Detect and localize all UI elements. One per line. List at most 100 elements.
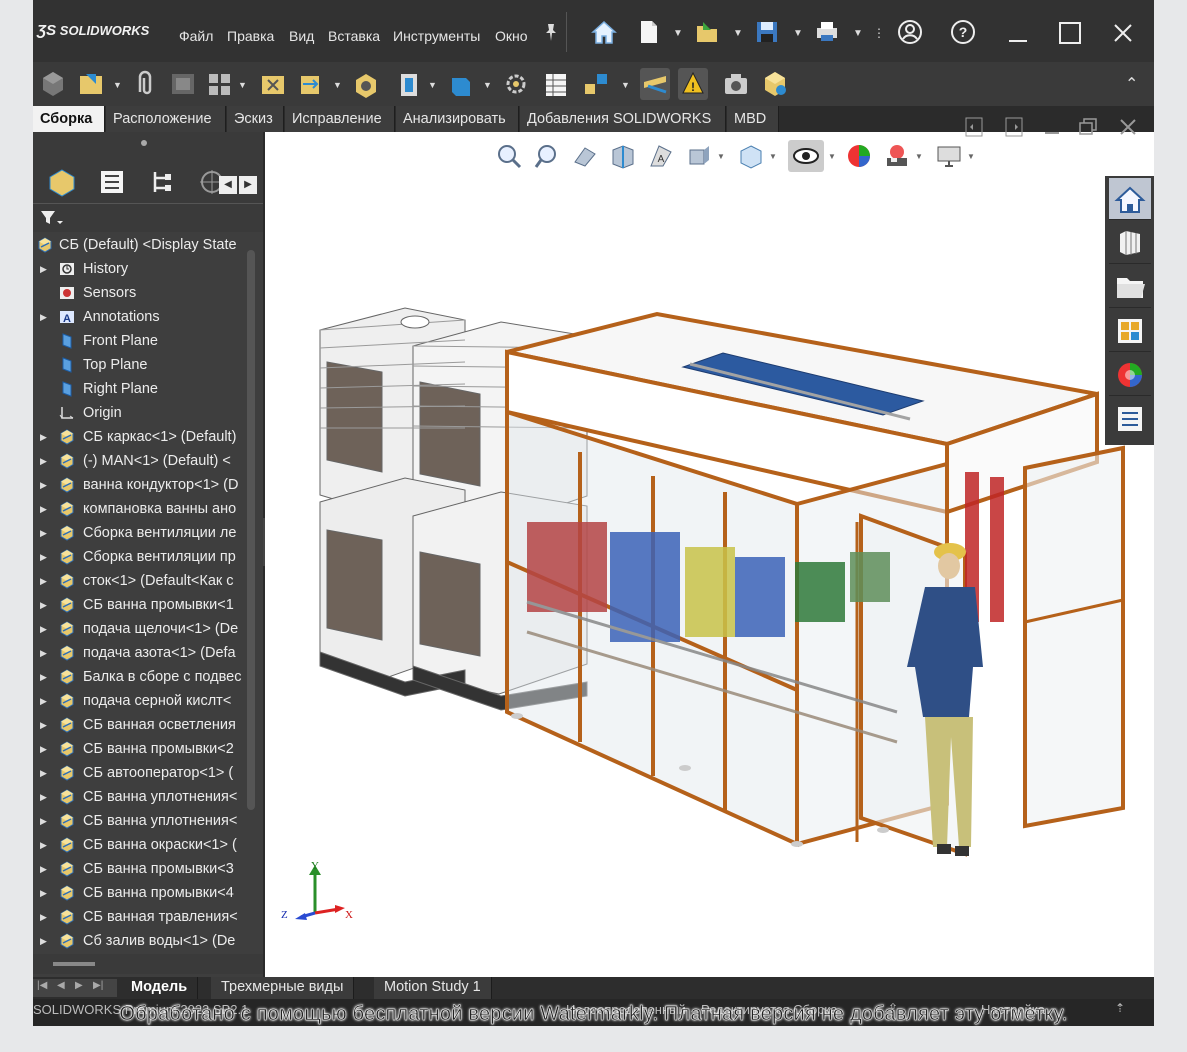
expand-arrow-icon[interactable]: ▶ [40, 617, 47, 641]
expand-arrow-icon[interactable]: ▶ [40, 425, 47, 449]
tab-motion-study-1[interactable]: Motion Study 1 [374, 977, 492, 999]
assembly-features-icon[interactable] [395, 68, 425, 100]
tree-item[interactable]: ▶ ванна кондуктор<1> (D [33, 473, 255, 497]
tree-item[interactable]: Origin [33, 401, 255, 425]
expand-arrow-icon[interactable]: ▶ [40, 713, 47, 737]
tab-scroll-right[interactable]: ▶ [239, 176, 257, 194]
menu-insert[interactable]: Вставка [328, 28, 380, 44]
chevron-down-icon[interactable]: ▼ [793, 28, 803, 39]
solidworks-logo[interactable]: ƷS SOLIDWORKS [37, 22, 149, 39]
expand-arrow-icon[interactable]: ▶ [40, 737, 47, 761]
tab-markup[interactable]: Исправление [285, 106, 395, 132]
tab-assembly[interactable]: Сборка [33, 106, 105, 132]
expand-arrow-icon[interactable]: ▶ [40, 665, 47, 689]
expand-arrow-icon[interactable]: ▶ [40, 809, 47, 833]
custom-properties-tab[interactable] [1109, 398, 1151, 440]
appearances-tab[interactable] [1109, 354, 1151, 396]
tree-item[interactable]: Front Plane [33, 329, 255, 353]
tree-item[interactable]: ▶ Сборка вентиляции ле [33, 521, 255, 545]
insert-component-icon[interactable] [38, 68, 68, 100]
expand-arrow-icon[interactable]: ▶ [40, 857, 47, 881]
tile-right-icon[interactable] [1003, 116, 1025, 138]
chevron-down-icon[interactable]: ▼ [428, 80, 437, 90]
expand-arrow-icon[interactable]: ▶ [40, 833, 47, 857]
take-snapshot-icon[interactable] [721, 68, 751, 100]
view-palette-tab[interactable] [1109, 310, 1151, 352]
previous-tab-icon[interactable]: ◀ [57, 980, 65, 991]
chevron-down-icon[interactable]: ▼ [733, 28, 743, 39]
mate-icon[interactable] [76, 68, 106, 100]
chevron-down-icon[interactable]: ▼ [238, 80, 247, 90]
chevron-down-icon[interactable]: ▼ [673, 28, 683, 39]
tree-item[interactable]: ▶ СБ автооператор<1> ( [33, 761, 255, 785]
tree-item[interactable]: ▶ History [33, 257, 255, 281]
tab-sketch[interactable]: Эскиз [227, 106, 284, 132]
reference-geometry-icon[interactable] [446, 68, 476, 100]
tree-item[interactable]: ▶ (-) MAN<1> (Default) < [33, 449, 255, 473]
tab-solidworks-addins[interactable]: Добавления SOLIDWORKS [520, 106, 726, 132]
chevron-down-icon[interactable]: ▼ [333, 80, 342, 90]
tree-item[interactable]: ▶ подача щелочи<1> (De [33, 617, 255, 641]
expand-arrow-icon[interactable]: ▶ [40, 905, 47, 929]
viewport-minimize-icon[interactable] [1041, 116, 1063, 138]
more-icon[interactable]: ⋮ [873, 26, 885, 40]
tree-item[interactable]: ▶ Балка в сборе с подвес [33, 665, 255, 689]
expand-arrow-icon[interactable]: ▶ [40, 545, 47, 569]
maximize-icon[interactable] [1055, 18, 1085, 48]
feature-manager-tab-icon[interactable] [45, 166, 79, 198]
tree-item[interactable]: ▶ СБ каркас<1> (Default) [33, 425, 255, 449]
tree-item[interactable]: ▶ подача серной кислт< [33, 689, 255, 713]
interference-detection-icon[interactable]: ! [678, 68, 708, 100]
chevron-down-icon[interactable]: ▼ [621, 80, 630, 90]
expand-arrow-icon[interactable]: ▶ [40, 689, 47, 713]
tree-item[interactable]: ▶ СБ ванная травления< [33, 905, 255, 929]
tree-item[interactable]: ▶ СБ ванна промывки<2 [33, 737, 255, 761]
bill-of-materials-icon[interactable] [541, 68, 571, 100]
expand-arrow-icon[interactable]: ▶ [40, 521, 47, 545]
3d-model-view[interactable] [265, 132, 1154, 977]
chevron-down-icon[interactable]: ▼ [483, 80, 492, 90]
move-component-icon[interactable] [295, 68, 325, 100]
property-manager-tab-icon[interactable] [95, 166, 129, 198]
pin-icon[interactable] [542, 18, 560, 46]
file-explorer-tab[interactable] [1109, 266, 1151, 308]
instant3d-icon[interactable] [640, 68, 670, 100]
tree-item[interactable]: ▶ СБ ванна окраски<1> ( [33, 833, 255, 857]
expand-arrow-icon[interactable]: ▶ [40, 569, 47, 593]
panel-grip-icon[interactable] [141, 140, 147, 146]
tree-item[interactable]: ▶ компановка ванны ано [33, 497, 255, 521]
new-document-icon[interactable] [635, 18, 663, 46]
last-tab-icon[interactable]: ▶| [93, 980, 103, 991]
viewport-restore-icon[interactable] [1077, 116, 1099, 138]
chevron-down-icon[interactable]: ▼ [113, 80, 122, 90]
expand-arrow-icon[interactable]: ▶ [40, 257, 47, 281]
expand-arrow-icon[interactable]: ▶ [40, 641, 47, 665]
exploded-view-icon[interactable] [581, 68, 611, 100]
expand-arrow-icon[interactable]: ▶ [40, 593, 47, 617]
expand-arrow-icon[interactable]: ▶ [40, 497, 47, 521]
viewport-close-icon[interactable] [1117, 116, 1139, 138]
expand-arrow-icon[interactable]: ▶ [40, 881, 47, 905]
tree-item[interactable]: ▶ СБ ванна уплотнения< [33, 785, 255, 809]
expand-arrow-icon[interactable]: ▶ [40, 929, 47, 953]
save-icon[interactable] [753, 18, 781, 46]
tree-item[interactable]: ▶ сток<1> (Default<Как с [33, 569, 255, 593]
tree-item[interactable]: ▶ A Annotations [33, 305, 255, 329]
tab-3d-views[interactable]: Трехмерные виды [211, 977, 355, 999]
menu-view[interactable]: Вид [289, 28, 314, 44]
home-icon[interactable] [590, 18, 618, 46]
tab-model[interactable]: Модель [121, 977, 199, 999]
large-assembly-icon[interactable] [760, 68, 790, 100]
tree-item[interactable]: ▶ подача азота<1> (Defa [33, 641, 255, 665]
expand-arrow-icon[interactable]: ▶ [40, 785, 47, 809]
menu-file[interactable]: Файл [179, 28, 213, 44]
help-icon[interactable]: ? [949, 18, 977, 46]
smart-fasteners-icon[interactable] [258, 68, 288, 100]
menu-tools[interactable]: Инструменты [393, 28, 480, 44]
paperclip-icon[interactable] [130, 68, 160, 100]
filter-icon[interactable] [39, 209, 63, 227]
tree-item[interactable]: ▶ СБ ванная осветления [33, 713, 255, 737]
menu-edit[interactable]: Правка [227, 28, 274, 44]
open-icon[interactable] [693, 18, 721, 46]
close-icon[interactable] [1108, 18, 1138, 48]
